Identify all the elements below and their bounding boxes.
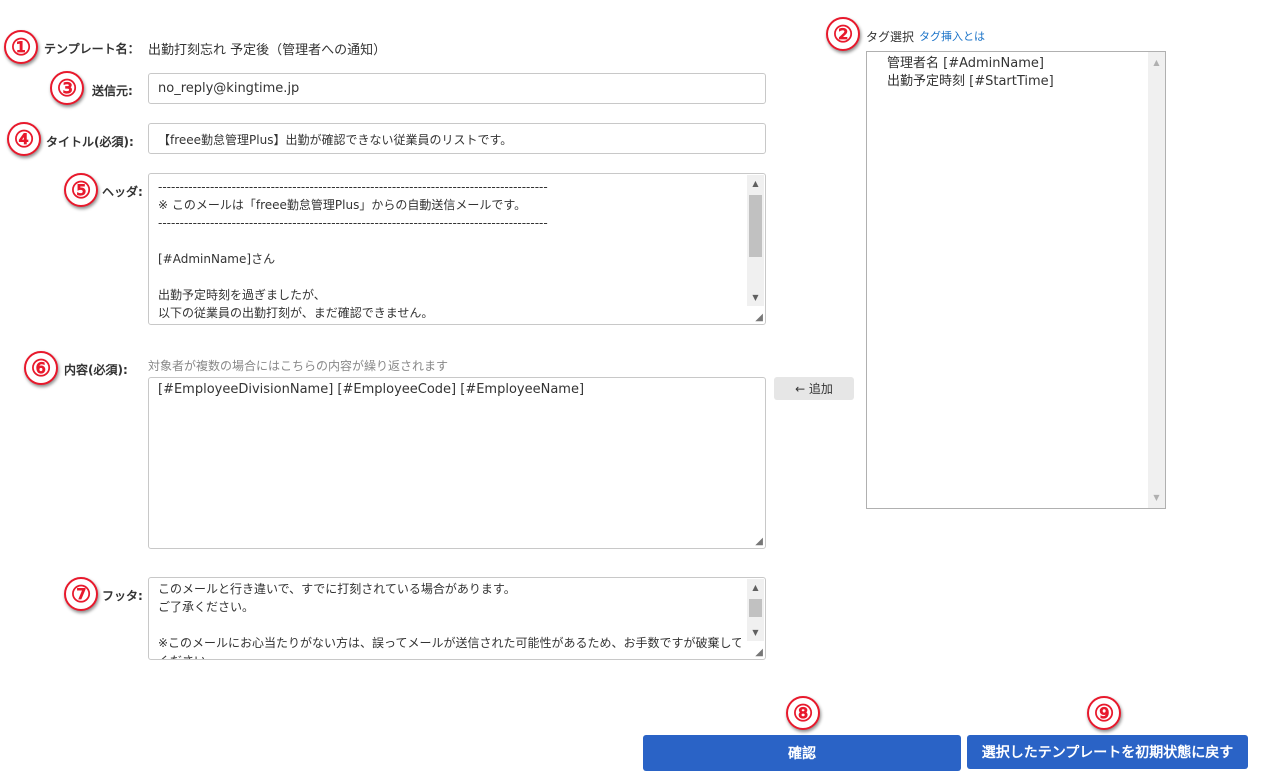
resize-grip-icon[interactable]: ◢ xyxy=(755,313,763,323)
content-text: [#EmployeeDivisionName] [#EmployeeCode] … xyxy=(158,381,741,399)
scroll-up-icon[interactable]: ▲ xyxy=(1148,54,1165,71)
callout-badge-2: ② xyxy=(826,17,860,51)
header-line xyxy=(158,268,741,286)
sender-label: 送信元: xyxy=(92,84,133,98)
footer-scrollbar[interactable]: ▲ ▼ xyxy=(747,579,764,641)
reset-template-button[interactable]: 選択したテンプレートを初期状態に戻す xyxy=(967,735,1248,769)
tag-help-link[interactable]: タグ挿入とは xyxy=(919,28,985,44)
footer-textarea[interactable]: このメールと行き違いで、すでに打刻されている場合があります。 ご了承ください。 … xyxy=(148,577,766,660)
template-name-label: テンプレート名： xyxy=(44,42,140,56)
sender-input[interactable]: no_reply@kingtime.jp xyxy=(148,73,766,104)
callout-badge-1: ① xyxy=(4,30,38,64)
header-line: ----------------------------------------… xyxy=(158,216,548,230)
footer-label: フッタ: xyxy=(102,589,143,603)
scroll-thumb[interactable] xyxy=(749,599,762,617)
callout-badge-6: ⑥ xyxy=(24,351,58,385)
tag-option-start-time[interactable]: 出勤予定時刻 [#StartTime] xyxy=(887,73,1054,91)
callout-badge-9: ⑨ xyxy=(1087,696,1121,730)
content-note: 対象者が複数の場合にはこちらの内容が繰り返されます xyxy=(148,359,449,373)
tag-list-scrollbar[interactable]: ▲ ▼ xyxy=(1148,52,1165,508)
scroll-down-icon[interactable]: ▼ xyxy=(1148,489,1165,506)
footer-line: このメールと行き違いで、すでに打刻されている場合があります。 xyxy=(158,582,516,596)
footer-line: ください。 xyxy=(158,652,741,659)
add-tag-button[interactable]: ← 追加 xyxy=(774,377,854,400)
header-line xyxy=(158,232,741,250)
scroll-down-icon[interactable]: ▼ xyxy=(747,289,764,306)
title-input[interactable]: 【freee勤怠管理Plus】出勤が確認できない従業員のリストです。 xyxy=(148,123,766,154)
tag-items: 管理者名 [#AdminName] 出勤予定時刻 [#StartTime] xyxy=(887,55,1054,91)
callout-badge-5: ⑤ xyxy=(64,173,98,207)
content-label: 内容(必須): xyxy=(64,363,128,377)
header-text: ----------------------------------------… xyxy=(158,178,741,322)
header-line: ----------------------------------------… xyxy=(158,180,548,194)
footer-line: ご了承ください。 xyxy=(158,600,255,614)
header-line: ※ このメールは「freee勤怠管理Plus」からの自動送信メールです。 xyxy=(158,198,527,212)
callout-badge-8: ⑧ xyxy=(786,696,820,730)
resize-grip-icon[interactable]: ◢ xyxy=(755,537,763,547)
tag-select-label: タグ選択 xyxy=(866,30,915,44)
scroll-up-icon[interactable]: ▲ xyxy=(747,175,764,192)
header-line: 以下の従業員の出勤打刻が、まだ確認できません。 xyxy=(158,306,434,320)
header-line: 出勤予定時刻を過ぎましたが、 xyxy=(158,288,326,302)
content-line: [#EmployeeDivisionName] [#EmployeeCode] … xyxy=(158,382,585,397)
footer-line xyxy=(158,616,741,634)
callout-badge-7: ⑦ xyxy=(64,577,98,611)
scroll-down-icon[interactable]: ▼ xyxy=(747,624,764,641)
tag-option-admin-name[interactable]: 管理者名 [#AdminName] xyxy=(887,55,1054,73)
resize-grip-icon[interactable]: ◢ xyxy=(755,648,763,658)
tag-select-list[interactable]: 管理者名 [#AdminName] 出勤予定時刻 [#StartTime] ▲ … xyxy=(866,51,1166,509)
footer-text: このメールと行き違いで、すでに打刻されている場合があります。 ご了承ください。 … xyxy=(158,580,741,659)
header-label: ヘッダ: xyxy=(102,185,143,199)
confirm-button[interactable]: 確認 xyxy=(643,735,961,771)
title-label: タイトル(必須): xyxy=(46,135,134,149)
header-textarea[interactable]: ----------------------------------------… xyxy=(148,173,766,325)
callout-badge-3: ③ xyxy=(50,71,84,105)
footer-line: ※このメールにお心当たりがない方は、誤ってメールが送信された可能性があるため、お… xyxy=(158,636,741,650)
template-name-value: 出勤打刻忘れ 予定後（管理者への通知） xyxy=(148,43,387,58)
scroll-up-icon[interactable]: ▲ xyxy=(747,579,764,596)
scroll-thumb[interactable] xyxy=(749,195,762,257)
header-scrollbar[interactable]: ▲ ▼ xyxy=(747,175,764,306)
callout-badge-4: ④ xyxy=(7,122,41,156)
header-line: [#AdminName]さん xyxy=(158,252,276,266)
content-textarea[interactable]: [#EmployeeDivisionName] [#EmployeeCode] … xyxy=(148,377,766,549)
